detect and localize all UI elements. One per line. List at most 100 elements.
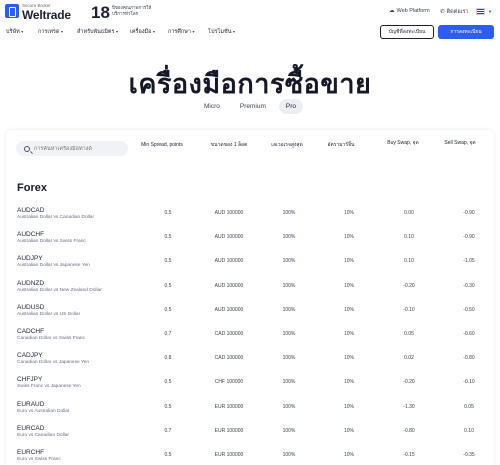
thai-flag-icon[interactable] bbox=[476, 8, 485, 15]
column-header-leverage: เลเวอเรจสูงสุด bbox=[271, 142, 303, 148]
cell-buy-swap: 0.00 bbox=[404, 210, 414, 216]
cell-sell-swap: -0.90 bbox=[463, 210, 475, 216]
symbol-code[interactable]: EURCAD bbox=[17, 425, 44, 432]
cell-spread: 0.7 bbox=[164, 331, 172, 337]
cell-spread: 0.5 bbox=[164, 403, 172, 410]
cell-spread: 0.5 bbox=[164, 258, 172, 265]
web-platform-label: Web Platform bbox=[396, 8, 430, 14]
cell-buy-swap: -0.80 bbox=[403, 427, 415, 434]
nav-item-tools[interactable]: เครื่องมือ ▾ bbox=[130, 28, 155, 36]
cell-buy-swap: -0.10 bbox=[403, 306, 415, 313]
nav-item-partners[interactable]: สำหรับพันธมิตร ▾ bbox=[77, 28, 118, 36]
tab-pro[interactable]: Pro bbox=[278, 99, 304, 114]
table-row[interactable]: AUDCAD Australian Dollar vs Canadian Doll… bbox=[6, 207, 494, 231]
symbol-description: Australian Dollar vs US Dollar bbox=[17, 311, 81, 317]
open-account-button[interactable]: บัญชีที่ลงทะเบียน bbox=[380, 25, 434, 39]
cell-sell-swap: -0.30 bbox=[463, 282, 475, 289]
cell-margin: 10% bbox=[343, 331, 354, 337]
cell-lot-size: CAD 100000 bbox=[214, 331, 244, 337]
tab-premium[interactable]: Premium bbox=[233, 99, 273, 114]
weltrade-logo-icon[interactable] bbox=[5, 4, 19, 18]
table-row[interactable]: AUDUSD Australian Dollar vs US Dollar 0.5 A… bbox=[6, 304, 494, 328]
column-header-lot-size: ขนาดของ 1 ล็อต bbox=[210, 142, 248, 148]
column-header-buy-swap: Buy Swap, จุด bbox=[387, 140, 419, 146]
cell-sell-swap: -0.90 bbox=[463, 234, 475, 241]
nav-item-promotions[interactable]: โปรโมชั่น ▾ bbox=[208, 28, 235, 36]
symbol-code[interactable]: AUDCAD bbox=[17, 207, 44, 214]
register-button[interactable]: การลงทะเบียน bbox=[438, 25, 494, 39]
cell-sell-swap: 0.10 bbox=[464, 427, 474, 434]
cell-leverage: 100% bbox=[282, 210, 296, 216]
table-row[interactable]: CADCHF Canadian Dollar vs Swiss Franc 0.7 C… bbox=[6, 328, 494, 352]
table-row[interactable]: CHFJPY Swiss Franc vs Japanese Yen 0.5 CHF … bbox=[6, 376, 494, 400]
nav-item-trading[interactable]: การเทรด ▾ bbox=[38, 28, 63, 36]
cell-spread: 0.5 bbox=[164, 452, 172, 458]
call-us-link[interactable]: ✆ ติดต่อเรา bbox=[440, 8, 469, 16]
logo-text[interactable]: Weltrade bbox=[22, 8, 71, 22]
phone-icon: ✆ bbox=[440, 9, 445, 15]
cell-leverage: 100% bbox=[282, 306, 296, 313]
symbol-description: Euro vs Australian Dollar bbox=[17, 408, 70, 414]
table-row[interactable]: AUDCHF Australian Dollar vs Swiss Franc 0.… bbox=[6, 231, 494, 255]
symbol-description: Euro vs Swiss Franc bbox=[17, 457, 61, 462]
table-row[interactable]: AUDJPY Australian Dollar vs Japanese Yen 0… bbox=[6, 255, 494, 279]
symbol-code[interactable]: CADCHF bbox=[17, 328, 44, 335]
cell-buy-swap: -0.20 bbox=[403, 379, 415, 386]
cell-lot-size: AUD 100000 bbox=[214, 306, 244, 313]
cell-margin: 10% bbox=[343, 234, 354, 241]
column-header-margin: อัตรามาร์จิ้น bbox=[327, 142, 355, 148]
chevron-down-icon: ▾ bbox=[60, 29, 63, 34]
tab-micro[interactable]: Micro bbox=[197, 99, 227, 114]
years-number: 18 bbox=[91, 3, 110, 22]
search-box[interactable] bbox=[16, 141, 128, 156]
cell-margin: 10% bbox=[343, 282, 354, 289]
cell-buy-swap: -0.20 bbox=[403, 282, 415, 289]
cell-lot-size: CAD 100000 bbox=[214, 355, 244, 362]
table-row[interactable]: CADJPY Canadian Dollar vs Japanese Yen 0.8… bbox=[6, 352, 494, 376]
column-header-spread: Min Spread, points bbox=[141, 142, 183, 148]
table-row[interactable]: EURCHF Euro vs Swiss Franc 0.5 EUR 100000 10… bbox=[6, 449, 494, 465]
symbol-description: Swiss Franc vs Japanese Yen bbox=[17, 384, 81, 390]
cell-sell-swap: -0.80 bbox=[463, 355, 475, 362]
cell-lot-size: AUD 100000 bbox=[214, 282, 244, 289]
cell-buy-swap: -0.15 bbox=[403, 452, 415, 458]
symbol-code[interactable]: EURCHF bbox=[17, 449, 44, 456]
table-row[interactable]: EURAUD Euro vs Australian Dollar 0.5 EUR 10… bbox=[6, 401, 494, 425]
account-type-tabs: Micro Premium Pro bbox=[0, 99, 500, 114]
chevron-down-icon: ▾ bbox=[115, 29, 118, 34]
chevron-down-icon[interactable]: ▼ bbox=[488, 9, 492, 14]
web-platform-link[interactable]: ☁ Web Platform bbox=[389, 8, 430, 14]
instruments-table: Min Spread, points ขนาดของ 1 ล็อต เลเวอเ… bbox=[6, 130, 494, 465]
cell-buy-swap: 0.05 bbox=[404, 331, 414, 337]
search-input[interactable] bbox=[34, 145, 124, 152]
cell-margin: 10% bbox=[343, 452, 354, 458]
cell-margin: 10% bbox=[343, 379, 354, 386]
symbol-code[interactable]: AUDCHF bbox=[17, 231, 44, 238]
symbol-code[interactable]: CADJPY bbox=[17, 352, 43, 359]
cell-sell-swap: 0.05 bbox=[464, 403, 474, 410]
symbol-code[interactable]: CHFJPY bbox=[17, 376, 42, 383]
cell-lot-size: CHF 100000 bbox=[214, 379, 244, 386]
cell-spread: 0.8 bbox=[164, 355, 172, 362]
years-text: ปีของคุณภาพการให้บริการทั่วโลก bbox=[112, 5, 152, 16]
call-us-label: ติดต่อเรา bbox=[446, 9, 469, 15]
cell-sell-swap: -0.60 bbox=[463, 331, 475, 337]
table-row[interactable]: EURCAD Euro vs Canadian Dollar 0.7 EUR 1000… bbox=[6, 425, 494, 449]
cloud-icon: ☁ bbox=[389, 8, 395, 14]
cell-spread: 0.5 bbox=[164, 210, 172, 216]
table-row[interactable]: AUDNZD Australian Dollar vs New Zealand D… bbox=[6, 280, 494, 304]
nav-item-education[interactable]: การศึกษา ▾ bbox=[168, 28, 194, 36]
symbol-description: Australian Dollar vs Japanese Yen bbox=[17, 263, 90, 269]
symbol-code[interactable]: AUDNZD bbox=[17, 280, 44, 287]
symbol-code[interactable]: AUDJPY bbox=[17, 255, 43, 262]
symbol-code[interactable]: EURAUD bbox=[17, 401, 44, 408]
symbol-code[interactable]: AUDUSD bbox=[17, 304, 44, 311]
cell-lot-size: AUD 100000 bbox=[214, 258, 244, 265]
nav-item-company[interactable]: บริษัท ▾ bbox=[6, 28, 23, 36]
chevron-down-icon: ▾ bbox=[152, 29, 155, 34]
cell-lot-size: AUD 100000 bbox=[214, 234, 244, 241]
cell-spread: 0.7 bbox=[164, 427, 172, 434]
cell-leverage: 100% bbox=[282, 331, 296, 337]
chevron-down-icon: ▾ bbox=[192, 29, 195, 34]
symbol-description: Canadian Dollar vs Japanese Yen bbox=[17, 360, 90, 366]
